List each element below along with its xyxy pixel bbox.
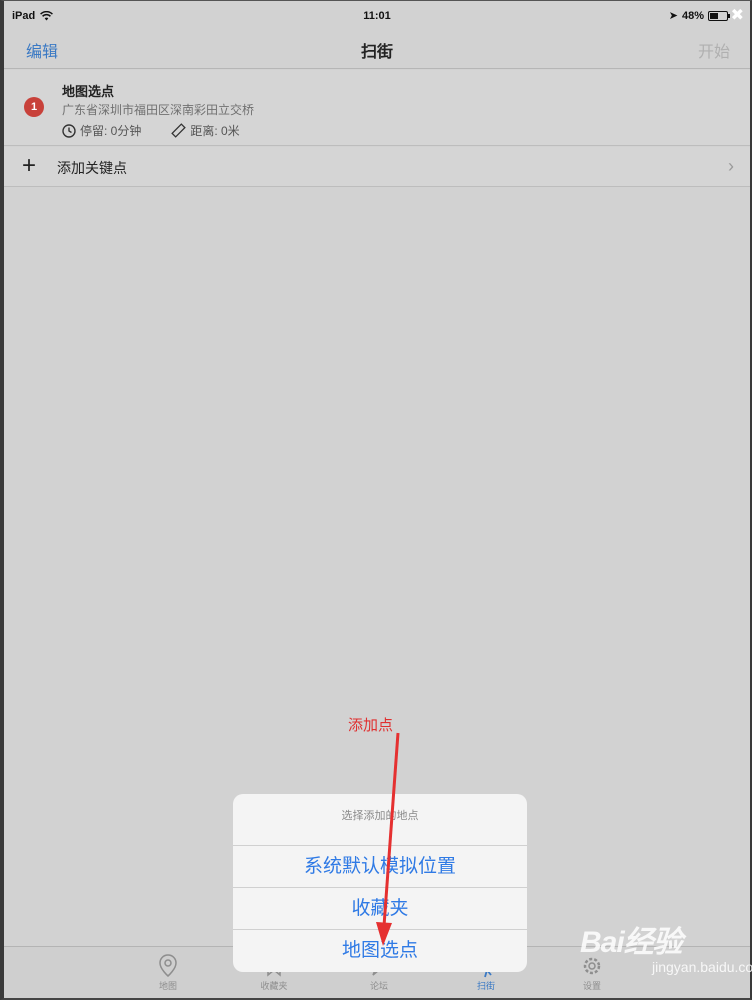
watermark: Bai经验 jingyan.baidu.com [580,917,752,975]
ruler-icon [171,123,187,138]
status-right: ➤ 48% [668,9,730,22]
distance-text: 距离: 0米 [190,124,240,138]
action-sheet: 选择添加的地点 系统默认模拟位置 收藏夹 地图选点 [233,794,527,972]
plus-icon: + [22,152,37,179]
app-window: iPad 11:01 ➤ 48% ✖ 编辑 扫街 开始 1 地图选点 广东省深圳… [0,0,752,1000]
tab-settings-label: 设置 [582,981,601,991]
map-pin-icon [159,954,177,977]
tab-street-scan-label: 扫街 [476,981,495,991]
point-name: 地图选点 [62,84,115,99]
battery-percent: 48% [681,9,704,22]
route-point-row[interactable]: 1 地图选点 广东省深圳市福田区深南彩田立交桥 停留: 0分钟 距离: 0米 [4,70,750,146]
action-sheet-title: 选择添加的地点 [233,794,527,846]
tab-map-label: 地图 [158,981,177,991]
option-favorites[interactable]: 收藏夹 [233,888,527,930]
option-default-simulated-location[interactable]: 系统默认模拟位置 [233,846,527,888]
clock-icon [62,123,76,138]
close-icon[interactable]: ✖ [731,5,744,25]
battery-icon [708,10,730,21]
tab-forum-label: 论坛 [369,981,388,991]
distance-meta: 距离: 0米 [171,122,240,139]
annotation-label: 添加点 [348,717,394,734]
start-button[interactable]: 开始 [698,38,730,62]
stay-text: 停留: 0分钟 [80,124,142,138]
point-address: 广东省深圳市福田区深南彩田立交桥 [62,103,255,117]
location-arrow-icon: ➤ [668,10,678,22]
option-map-select-point[interactable]: 地图选点 [233,930,527,972]
add-keypoint-label: 添加关键点 [57,160,127,176]
status-time: 11:01 [363,10,391,22]
tab-favorites-label: 收藏夹 [260,981,288,991]
status-bar: iPad 11:01 ➤ 48% ✖ [4,1,750,29]
chevron-right-icon: › [728,156,734,176]
page-title: 扫街 [360,44,393,61]
point-index-badge: 1 [24,97,44,117]
watermark-site: jingyan.baidu.com [652,959,752,975]
watermark-logo: Bai经验 [580,926,683,959]
tab-map[interactable]: 地图 [138,953,198,992]
add-keypoint-row[interactable]: + 添加关键点 › [4,147,750,187]
navigation-bar: 编辑 扫街 开始 [4,29,750,69]
stay-meta: 停留: 0分钟 [62,122,141,139]
point-meta: 停留: 0分钟 距离: 0米 [62,122,240,139]
